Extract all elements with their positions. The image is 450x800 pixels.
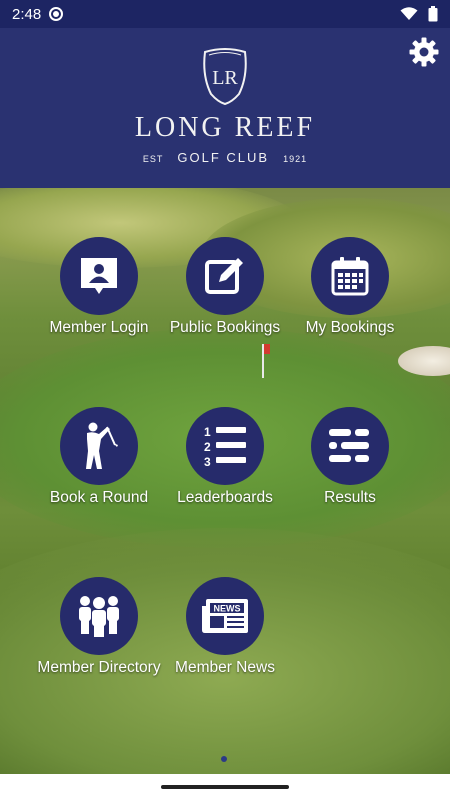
member-login-circle[interactable]: [60, 237, 138, 315]
newspaper-icon: NEWS: [202, 599, 248, 633]
wifi-icon: [400, 7, 418, 20]
my-bookings-button[interactable]: My Bookings: [280, 237, 420, 336]
book-a-round-circle[interactable]: [60, 407, 138, 485]
ranked-list-icon: 123: [204, 425, 246, 468]
brand-name: LONG REEF: [134, 112, 316, 143]
list-icon: [329, 429, 369, 462]
status-right: [400, 6, 438, 22]
results-circle[interactable]: [311, 407, 389, 485]
leaderboards-button[interactable]: 123 Leaderboards: [155, 407, 295, 506]
member-login-button[interactable]: Member Login: [29, 237, 169, 336]
my-bookings-circle[interactable]: [311, 237, 389, 315]
public-bookings-circle[interactable]: [186, 237, 264, 315]
calendar-icon: [331, 257, 369, 296]
leaderboards-circle[interactable]: 123: [186, 407, 264, 485]
status-time: 2:48: [12, 5, 42, 23]
group-people-icon: [79, 596, 119, 637]
status-bar: 2:48: [0, 0, 450, 28]
results-button[interactable]: Results: [280, 407, 420, 506]
member-directory-button[interactable]: Member Directory: [29, 577, 169, 676]
brand-subline: EST GOLF CLUB 1921: [0, 150, 450, 165]
member-news-label: Member News: [175, 659, 275, 676]
edit-pencil-icon: [205, 258, 243, 294]
page-indicator-dot: [221, 756, 227, 762]
member-news-circle[interactable]: NEWS: [186, 577, 264, 655]
battery-icon: [428, 6, 438, 22]
golfer-icon: [86, 422, 118, 469]
est-label: EST: [142, 154, 164, 164]
golf-club-label: GOLF CLUB: [177, 150, 270, 165]
results-label: Results: [324, 489, 376, 506]
book-a-round-label: Book a Round: [49, 489, 149, 506]
leaderboards-label: Leaderboards: [177, 489, 273, 506]
svg-text:2: 2: [204, 440, 211, 454]
home-gesture-handle[interactable]: [161, 785, 289, 789]
svg-text:3: 3: [204, 455, 211, 468]
club-crest-logo: LR: [203, 48, 247, 106]
book-a-round-button[interactable]: Book a Round: [29, 407, 169, 506]
crest-monogram: LR: [212, 67, 238, 89]
public-bookings-label: Public Bookings: [169, 319, 281, 336]
app-notification-icon: [49, 7, 64, 21]
my-bookings-label: My Bookings: [305, 319, 395, 336]
member-card-icon: [81, 258, 117, 294]
svg-text:1: 1: [204, 425, 211, 439]
gear-icon[interactable]: [408, 36, 440, 68]
navigation-bar: [0, 774, 450, 800]
member-news-button[interactable]: NEWS Member News: [155, 577, 295, 676]
member-login-label: Member Login: [49, 319, 149, 336]
header: LR LONG REEF EST GOLF CLUB 1921: [0, 28, 450, 188]
svg-text:NEWS: NEWS: [214, 604, 241, 614]
est-year: 1921: [283, 154, 308, 164]
member-directory-circle[interactable]: [60, 577, 138, 655]
member-directory-label: Member Directory: [37, 659, 161, 676]
public-bookings-button[interactable]: Public Bookings: [155, 237, 295, 336]
